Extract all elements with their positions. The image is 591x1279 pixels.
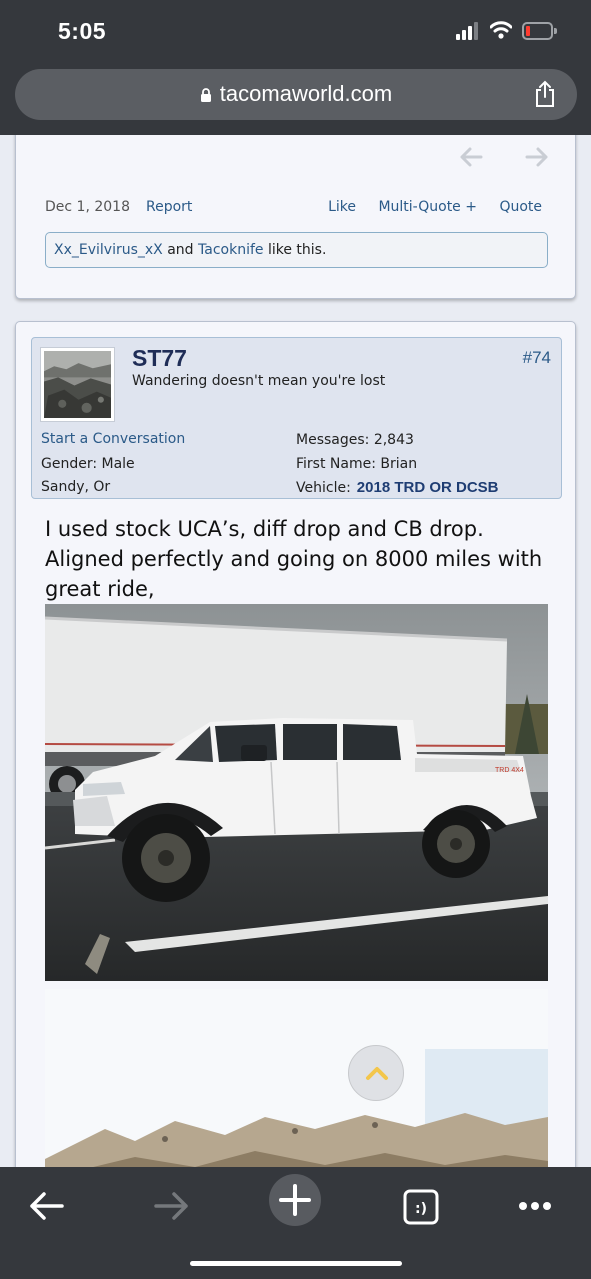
quote-link[interactable]: Quote [499,199,542,215]
tabs-button[interactable]: :) [396,1181,446,1231]
start-conversation-link[interactable]: Start a Conversation [41,431,185,447]
previous-post-card: Dec 1, 2018 Report Like Multi-Quote + Qu… [15,135,576,299]
arrow-left-icon[interactable] [459,146,483,168]
username[interactable]: ST77 [132,345,187,372]
truck-badge-text: TRD 4X4 [495,767,524,774]
post-actions: Like Multi-Quote + Quote [310,199,542,215]
likes-suffix: like this. [267,242,327,258]
plus-icon [279,1184,311,1216]
tabs-glyph: :) [415,1201,427,1217]
chevron-up-icon [366,1067,388,1080]
post-number-link[interactable]: #74 [523,348,551,368]
share-icon[interactable] [533,80,557,108]
report-link[interactable]: Report [146,199,192,215]
post-date: Dec 1, 2018 [45,199,130,215]
arrow-right-icon[interactable] [525,146,549,168]
lock-icon [200,88,211,102]
avatar[interactable] [40,347,115,422]
liker-link[interactable]: Xx_Evilvirus_xX [54,242,163,258]
liker-link[interactable]: Tacoknife [198,242,264,258]
user-location: Sandy, Or [41,479,111,495]
cellular-signal-icon [456,22,480,40]
wifi-icon [490,21,512,39]
multi-quote-link[interactable]: Multi-Quote + [378,199,477,215]
post-photo-second[interactable] [45,989,548,1167]
tabs-icon: :) [403,1189,439,1225]
vehicle-label: Vehicle: [296,480,351,496]
vehicle-value: 2018 TRD OR DCSB [356,479,499,496]
address-bar[interactable]: tacomaworld.com [15,69,577,120]
like-link[interactable]: Like [328,199,356,215]
page-content: Dec 1, 2018 Report Like Multi-Quote + Qu… [0,135,591,1167]
post-photo-truck[interactable]: TRD 4X4 [45,604,548,981]
more-dots-icon[interactable] [510,1181,560,1231]
likes-joiner: and [167,242,194,258]
home-indicator[interactable] [190,1261,402,1266]
battery-icon [522,22,557,40]
user-vehicle: Vehicle: 2018 TRD OR DCSB [296,479,499,496]
status-time: 5:05 [58,18,107,44]
new-tab-button[interactable] [269,1174,321,1226]
user-title: Wandering doesn't mean you're lost [132,373,386,389]
user-info-panel: ST77 Wandering doesn't mean you're lost … [31,337,562,499]
browser-top-chrome: 5:05 tacomaworld.com [0,0,591,135]
back-arrow-icon[interactable] [22,1181,72,1231]
url-text: tacomaworld.com [219,81,393,106]
likes-summary: Xx_Evilvirus_xX and Tacoknife like this. [45,232,548,268]
user-gender: Gender: Male [41,456,135,472]
post-card: ST77 Wandering doesn't mean you're lost … [15,321,576,1167]
user-messages: Messages: 2,843 [296,432,414,448]
user-first-name: First Name: Brian [296,456,418,472]
scroll-to-top-button[interactable] [348,1045,404,1101]
post-body-text: I used stock UCA’s, diff drop and CB dro… [45,517,543,601]
forward-arrow-icon[interactable] [146,1181,196,1231]
